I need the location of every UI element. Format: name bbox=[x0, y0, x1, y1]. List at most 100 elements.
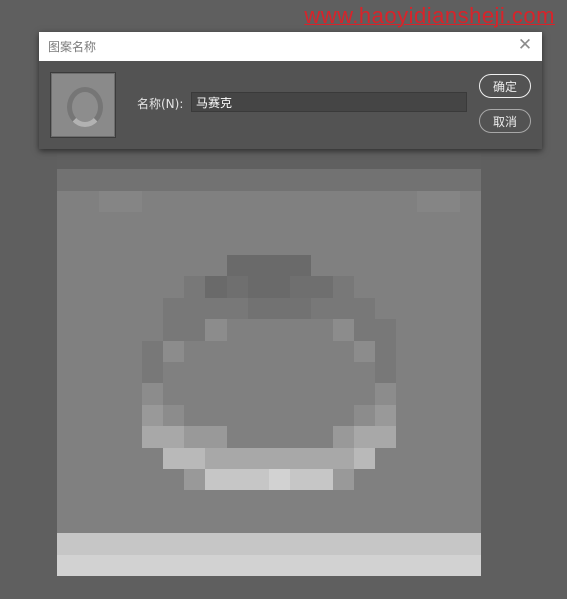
mosaic-cell bbox=[269, 212, 291, 234]
mosaic-cell bbox=[57, 297, 79, 320]
mosaic-cell bbox=[417, 169, 439, 191]
mosaic-cell bbox=[290, 190, 312, 213]
mosaic-cell bbox=[353, 533, 375, 555]
mosaic-cell bbox=[269, 361, 291, 384]
mosaic-cell bbox=[163, 511, 185, 534]
mosaic-cell bbox=[205, 533, 227, 555]
mosaic-cell bbox=[332, 383, 354, 405]
mosaic-cell bbox=[141, 148, 163, 170]
mosaic-cell bbox=[269, 426, 291, 448]
mosaic-cell bbox=[205, 190, 227, 213]
mosaic-cell bbox=[438, 233, 460, 255]
mosaic-cell bbox=[311, 361, 333, 384]
mosaic-cell bbox=[269, 190, 291, 213]
mosaic-cell bbox=[226, 511, 248, 534]
mosaic-cell bbox=[205, 426, 227, 448]
mosaic-cell bbox=[78, 148, 100, 170]
mosaic-cell bbox=[163, 297, 185, 320]
mosaic-cell bbox=[205, 361, 227, 384]
mosaic-cell bbox=[226, 254, 248, 277]
mosaic-cell bbox=[205, 297, 227, 320]
mosaic-cell bbox=[226, 490, 248, 512]
mosaic-cell bbox=[375, 468, 397, 491]
ok-button[interactable]: 确定 bbox=[479, 74, 531, 98]
mosaic-cell bbox=[57, 490, 79, 512]
mosaic-cell bbox=[332, 297, 354, 320]
mosaic-cell bbox=[290, 319, 312, 341]
mosaic-cell bbox=[247, 361, 269, 384]
mosaic-cell bbox=[311, 468, 333, 491]
mosaic-cell bbox=[99, 490, 121, 512]
mosaic-cell bbox=[226, 361, 248, 384]
mosaic-cell bbox=[396, 447, 418, 469]
mosaic-cell bbox=[78, 468, 100, 491]
mosaic-cell bbox=[290, 148, 312, 170]
mosaic-cell bbox=[226, 212, 248, 234]
mosaic-cell bbox=[417, 404, 439, 427]
close-icon[interactable]: ✕ bbox=[516, 36, 534, 54]
mosaic-cell bbox=[438, 212, 460, 234]
mosaic-cell bbox=[163, 212, 185, 234]
mosaic-cell bbox=[141, 383, 163, 405]
mosaic-cell bbox=[57, 190, 79, 213]
mosaic-cell bbox=[459, 447, 481, 469]
mosaic-cell bbox=[120, 319, 142, 341]
mosaic-cell bbox=[205, 340, 227, 362]
mosaic-cell bbox=[184, 340, 206, 362]
mosaic-cell bbox=[226, 297, 248, 320]
mosaic-cell bbox=[396, 169, 418, 191]
mosaic-cell bbox=[269, 297, 291, 320]
mosaic-cell bbox=[99, 426, 121, 448]
mosaic-cell bbox=[163, 468, 185, 491]
mosaic-cell bbox=[78, 190, 100, 213]
mosaic-cell bbox=[332, 254, 354, 277]
mosaic-cell bbox=[269, 276, 291, 298]
mosaic-cell bbox=[396, 511, 418, 534]
mosaic-cell bbox=[396, 148, 418, 170]
mosaic-cell bbox=[332, 426, 354, 448]
mosaic-cell bbox=[226, 319, 248, 341]
mosaic-cell bbox=[141, 276, 163, 298]
cancel-button[interactable]: 取消 bbox=[479, 109, 531, 133]
mosaic-cell bbox=[78, 447, 100, 469]
dialog-title: 图案名称 bbox=[48, 40, 97, 54]
mosaic-cell bbox=[459, 254, 481, 277]
mosaic-cell bbox=[438, 340, 460, 362]
mosaic-cell bbox=[375, 148, 397, 170]
mosaic-cell bbox=[332, 276, 354, 298]
mosaic-cell bbox=[332, 468, 354, 491]
mosaic-cell bbox=[141, 319, 163, 341]
mosaic-cell bbox=[269, 468, 291, 491]
mosaic-cell bbox=[353, 468, 375, 491]
mosaic-cell bbox=[353, 511, 375, 534]
mosaic-cell bbox=[290, 233, 312, 255]
mosaic-cell bbox=[375, 361, 397, 384]
mosaic-cell bbox=[396, 254, 418, 277]
mosaic-cell bbox=[57, 254, 79, 277]
mosaic-cell bbox=[226, 404, 248, 427]
mosaic-cell bbox=[269, 554, 291, 576]
mosaic-cell bbox=[311, 404, 333, 427]
mosaic-cell bbox=[417, 447, 439, 469]
mosaic-cell bbox=[290, 212, 312, 234]
mosaic-cell bbox=[353, 169, 375, 191]
mosaic-cell bbox=[417, 148, 439, 170]
mosaic-cell bbox=[332, 361, 354, 384]
name-input[interactable] bbox=[191, 92, 467, 112]
mosaic-cell bbox=[247, 490, 269, 512]
mosaic-cell bbox=[141, 233, 163, 255]
mosaic-cell bbox=[311, 254, 333, 277]
mosaic-cell bbox=[290, 511, 312, 534]
mosaic-cell bbox=[396, 319, 418, 341]
mosaic-cell bbox=[120, 148, 142, 170]
mosaic-cell bbox=[184, 468, 206, 491]
mosaic-cell bbox=[141, 254, 163, 277]
mosaic-cell bbox=[99, 533, 121, 555]
mosaic-cell bbox=[438, 254, 460, 277]
mosaic-cell bbox=[120, 340, 142, 362]
mosaic-cell bbox=[311, 212, 333, 234]
pattern-canvas bbox=[57, 148, 481, 576]
mosaic-cell bbox=[120, 404, 142, 427]
mosaic-cell bbox=[163, 169, 185, 191]
mosaic-cell bbox=[99, 319, 121, 341]
